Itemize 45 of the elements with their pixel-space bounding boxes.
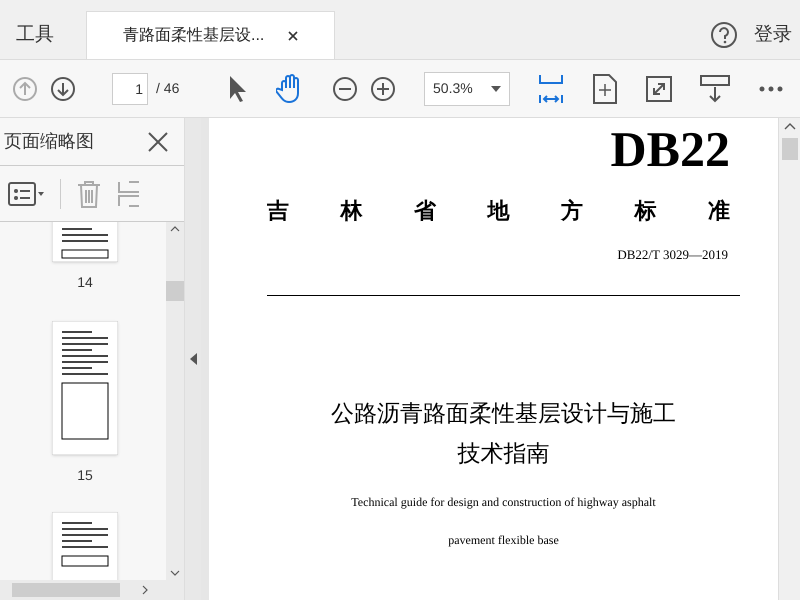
fit-width-icon[interactable] <box>538 72 564 104</box>
heading-character: 地 <box>488 197 510 225</box>
close-tab-icon[interactable] <box>288 30 298 40</box>
panel-title: 页面缩略图 <box>4 130 94 153</box>
close-icon[interactable] <box>148 132 168 152</box>
scroll-up-icon[interactable] <box>784 122 796 130</box>
horizontal-scrollbar-thumb[interactable] <box>12 583 120 597</box>
help-icon[interactable] <box>710 21 738 49</box>
page-number-label: 15 <box>77 466 93 485</box>
heading-character: 省 <box>414 197 436 225</box>
pointer-icon[interactable] <box>228 74 248 102</box>
heading-character: 方 <box>561 197 583 225</box>
scroll-up-icon[interactable] <box>170 226 180 232</box>
standard-code: DB22 <box>610 124 730 174</box>
sign-in-link[interactable]: 登录 <box>754 20 792 50</box>
heading-character: 林 <box>340 197 362 225</box>
caret-icon <box>491 86 501 92</box>
page-thumbnail[interactable] <box>52 321 118 455</box>
page-number-field[interactable]: 1 <box>112 72 148 104</box>
scrollbar-thumb[interactable] <box>166 281 184 301</box>
full-screen-icon[interactable] <box>646 76 672 102</box>
heading-character: 标 <box>634 197 656 225</box>
scroll-right-icon[interactable] <box>142 585 148 595</box>
zoom-out-icon[interactable] <box>332 76 358 102</box>
heading-character: 吉 <box>267 197 289 225</box>
document-title: 技术指南 <box>458 439 550 468</box>
page-thumbnail[interactable] <box>52 222 118 262</box>
heading-character: 准 <box>708 197 730 225</box>
scrollbar-thumb[interactable] <box>782 138 798 160</box>
next-page-icon[interactable] <box>50 76 76 102</box>
english-title: Technical guide for design and construction of highway asphalt <box>351 494 656 510</box>
page-count: / 46 <box>156 79 180 98</box>
standard-number: DB22/T 3029—2019 <box>617 246 728 264</box>
scroll-down-icon[interactable] <box>170 570 180 576</box>
zoom-dropdown[interactable]: 50.3% <box>424 72 510 106</box>
options-icon[interactable] <box>8 182 44 206</box>
document-title: 公路沥青路面柔性基层设计与施工 <box>331 398 676 428</box>
collapse-panel-icon[interactable] <box>190 353 196 365</box>
page-number-label: 14 <box>77 273 93 292</box>
tab[interactable]: 工具 <box>0 11 70 59</box>
more-icon[interactable] <box>758 84 784 92</box>
page-thumbnail[interactable] <box>52 512 118 580</box>
zoom-in-icon[interactable] <box>370 76 396 102</box>
english-title: pavement flexible base <box>448 532 559 548</box>
tab[interactable]: 青路面柔性基层设... <box>86 11 336 59</box>
